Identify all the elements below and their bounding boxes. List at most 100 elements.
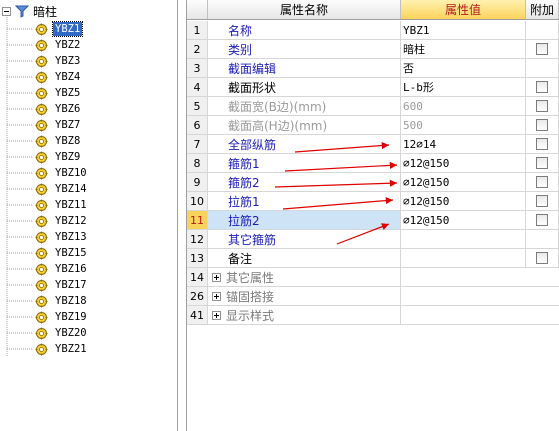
tree-item-label: YBZ15 — [55, 247, 87, 259]
extra-checkbox[interactable] — [536, 100, 548, 112]
row-number: 6 — [187, 116, 208, 134]
tree-item[interactable]: YBZ21 — [35, 341, 89, 357]
property-row[interactable]: 5 截面宽(B边)(mm) 600 — [187, 97, 559, 116]
property-row[interactable]: 8 箍筋1 ⌀12@150 — [187, 154, 559, 173]
extra-cell[interactable] — [526, 249, 559, 267]
property-group-name[interactable]: 锚固搭接 — [208, 287, 401, 305]
extra-checkbox[interactable] — [536, 176, 548, 188]
property-name: 拉筋1 — [208, 192, 401, 210]
property-value[interactable] — [401, 230, 526, 248]
tree-item[interactable]: YBZ1 — [35, 21, 84, 37]
extra-checkbox[interactable] — [536, 252, 548, 264]
tree-item[interactable]: YBZ6 — [35, 101, 82, 117]
filter-icon — [15, 5, 29, 18]
extra-cell[interactable] — [526, 78, 559, 96]
tree-root[interactable]: 暗柱 — [2, 3, 57, 19]
property-group-row[interactable]: 41 显示样式 — [187, 306, 559, 325]
property-row[interactable]: 13 备注 — [187, 249, 559, 268]
extra-checkbox[interactable] — [536, 214, 548, 226]
component-icon — [35, 183, 48, 195]
tree-item[interactable]: YBZ16 — [35, 261, 89, 277]
component-icon — [35, 87, 48, 99]
component-icon — [35, 135, 48, 147]
property-value[interactable]: YBZ1 — [401, 21, 526, 39]
property-value[interactable]: 12⌀14 — [401, 135, 526, 153]
tree-item[interactable]: YBZ12 — [35, 213, 89, 229]
extra-cell[interactable] — [526, 211, 559, 229]
extra-checkbox[interactable] — [536, 157, 548, 169]
property-value[interactable]: L-b形 — [401, 78, 526, 96]
property-value[interactable]: 暗柱 — [401, 40, 526, 58]
property-name: 截面高(H边)(mm) — [208, 116, 401, 134]
tree-item-label: YBZ5 — [55, 87, 81, 99]
group-label: 显示样式 — [226, 308, 275, 323]
property-row[interactable]: 9 箍筋2 ⌀12@150 — [187, 173, 559, 192]
tree-item[interactable]: YBZ8 — [35, 133, 82, 149]
property-value[interactable]: 600 — [401, 97, 526, 115]
tree-item[interactable]: YBZ7 — [35, 117, 82, 133]
tree-item[interactable]: YBZ3 — [35, 53, 82, 69]
tree-item[interactable]: YBZ13 — [35, 229, 89, 245]
property-value[interactable]: ⌀12@150 — [401, 154, 526, 172]
property-row[interactable]: 1 名称 YBZ1 — [187, 21, 559, 40]
extra-cell[interactable] — [526, 135, 559, 153]
extra-cell[interactable] — [526, 116, 559, 134]
extra-checkbox[interactable] — [536, 138, 548, 150]
tree-item[interactable]: YBZ10 — [35, 165, 89, 181]
tree-item[interactable]: YBZ17 — [35, 277, 89, 293]
component-icon — [35, 295, 48, 307]
tree-item[interactable]: YBZ19 — [35, 309, 89, 325]
component-icon — [35, 215, 48, 227]
property-row[interactable]: 10 拉筋1 ⌀12@150 — [187, 192, 559, 211]
tree-item[interactable]: YBZ4 — [35, 69, 82, 85]
property-row[interactable]: 7 全部纵筋 12⌀14 — [187, 135, 559, 154]
property-row[interactable]: 6 截面高(H边)(mm) 500 — [187, 116, 559, 135]
row-number: 3 — [187, 59, 208, 77]
expand-icon[interactable] — [212, 310, 221, 320]
tree-connector-lines — [6, 17, 33, 356]
tree-item[interactable]: YBZ11 — [35, 197, 89, 213]
extra-cell — [526, 59, 559, 77]
extra-cell[interactable] — [526, 154, 559, 172]
property-value[interactable]: 否 — [401, 59, 526, 77]
property-value[interactable] — [401, 249, 526, 267]
tree-item[interactable]: YBZ2 — [35, 37, 82, 53]
property-row[interactable]: 2 类别 暗柱 — [187, 40, 559, 59]
property-group-name[interactable]: 其它属性 — [208, 268, 401, 286]
extra-checkbox[interactable] — [536, 119, 548, 131]
tree-item[interactable]: YBZ18 — [35, 293, 89, 309]
tree-item[interactable]: YBZ14 — [35, 181, 89, 197]
property-row[interactable]: 4 截面形状 L-b形 — [187, 78, 559, 97]
header-property-value: 属性值 — [401, 0, 526, 19]
expand-icon[interactable] — [212, 272, 221, 282]
extra-checkbox[interactable] — [536, 81, 548, 93]
tree-item-label: YBZ6 — [55, 103, 81, 115]
extra-checkbox[interactable] — [536, 43, 548, 55]
tree-item-label: YBZ20 — [55, 327, 87, 339]
property-row[interactable]: 11 拉筋2 ⌀12@150 — [187, 211, 559, 230]
tree-item-label: YBZ16 — [55, 263, 87, 275]
extra-cell[interactable] — [526, 173, 559, 191]
row-number: 12 — [187, 230, 208, 248]
property-value[interactable]: ⌀12@150 — [401, 173, 526, 191]
tree-item[interactable]: YBZ15 — [35, 245, 89, 261]
collapse-icon[interactable] — [2, 6, 11, 16]
property-group-name[interactable]: 显示样式 — [208, 306, 401, 324]
property-group-row[interactable]: 14 其它属性 — [187, 268, 559, 287]
tree-item[interactable]: YBZ9 — [35, 149, 82, 165]
property-row[interactable]: 12 其它箍筋 — [187, 230, 559, 249]
expand-icon[interactable] — [212, 291, 221, 301]
property-value[interactable]: 500 — [401, 116, 526, 134]
extra-cell[interactable] — [526, 192, 559, 210]
property-row[interactable]: 3 截面编辑否 — [187, 59, 559, 78]
extra-checkbox[interactable] — [536, 195, 548, 207]
extra-cell[interactable] — [526, 97, 559, 115]
component-icon — [35, 263, 48, 275]
tree-item[interactable]: YBZ5 — [35, 85, 82, 101]
property-value[interactable]: ⌀12@150 — [401, 192, 526, 210]
property-value[interactable]: ⌀12@150 — [401, 211, 526, 229]
extra-cell[interactable] — [526, 40, 559, 58]
row-number: 26 — [187, 287, 208, 305]
tree-item[interactable]: YBZ20 — [35, 325, 89, 341]
property-group-row[interactable]: 26 锚固搭接 — [187, 287, 559, 306]
